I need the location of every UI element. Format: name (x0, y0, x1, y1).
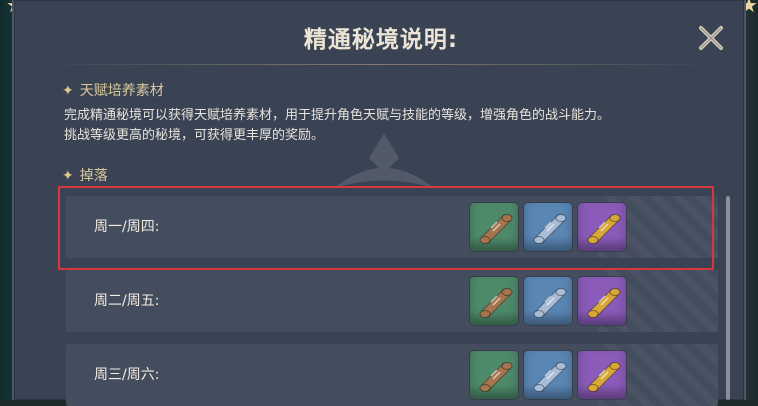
scroll-icon (587, 362, 621, 392)
scroll-icon (479, 362, 513, 392)
scroll-icon (587, 214, 621, 244)
drop-row-wed-sat[interactable]: 周三/周六: (66, 344, 718, 406)
reward-item[interactable] (524, 277, 572, 325)
reward-item[interactable] (470, 351, 518, 399)
drop-row-tue-fri[interactable]: 周二/周五: (66, 270, 718, 332)
sparkle-icon: ✦ (62, 83, 74, 99)
drop-row-label: 周一/周四: (94, 219, 160, 235)
close-button[interactable] (696, 23, 726, 53)
scrollbar[interactable] (726, 196, 730, 400)
domain-info-dialog: 精通秘境说明: ✦ 天赋培养素材 完成精通秘境可以获得天赋培养素材，用于提升角色天… (12, 0, 746, 406)
scroll-icon (533, 214, 567, 244)
reward-item[interactable] (578, 203, 626, 251)
drop-row-label: 周三/周六: (94, 367, 160, 383)
dialog-title: 精通秘境说明: (303, 27, 459, 53)
scroll-icon (479, 214, 513, 244)
section-header-label: 掉落 (79, 168, 108, 184)
reward-item[interactable] (470, 277, 518, 325)
reward-item[interactable] (578, 351, 626, 399)
sparkle-icon: ✦ (62, 168, 74, 184)
drop-items (470, 277, 626, 325)
scroll-icon (533, 362, 567, 392)
reward-item[interactable] (470, 203, 518, 251)
drop-row-mon-thu[interactable]: 周一/周四: (66, 196, 718, 258)
section-header-drops: ✦ 掉落 (62, 165, 108, 185)
reward-item[interactable] (578, 277, 626, 325)
close-x-icon (699, 26, 723, 50)
section-header-talent-materials: ✦ 天赋培养素材 (62, 80, 164, 100)
drop-items (470, 351, 626, 399)
drop-row-label: 周二/周五: (94, 293, 160, 309)
reward-item[interactable] (524, 203, 572, 251)
description-line: 完成精通秘境可以获得天赋培养素材，用于提升角色天赋与技能的等级，增强角色的战斗能… (64, 108, 611, 123)
scroll-icon (587, 288, 621, 318)
reward-item[interactable] (524, 351, 572, 399)
scroll-icon (533, 288, 567, 318)
scroll-icon (479, 288, 513, 318)
drop-items (470, 203, 626, 251)
section-header-label: 天赋培养素材 (79, 83, 164, 99)
